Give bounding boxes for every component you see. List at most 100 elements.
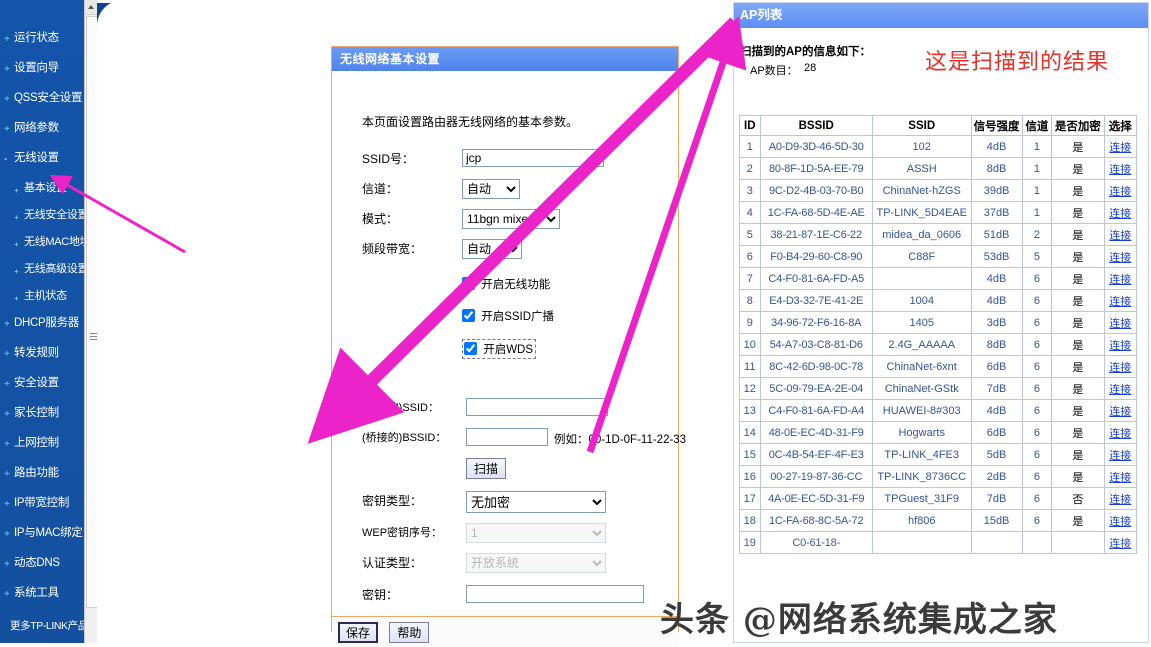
cell-bssid: 48-0E-EC-4D-31-F9 <box>759 421 873 444</box>
sidebar-item-12[interactable]: + 安全设置 <box>0 377 59 390</box>
sidebar-item-8[interactable]: + 无线高级设置 <box>0 263 86 276</box>
ap-count-label: AP数目： <box>750 65 798 77</box>
cell-signal: 15dB <box>970 509 1023 532</box>
cell-select: 连接 <box>1103 135 1138 158</box>
sidebar-item-19[interactable]: + 系统工具 <box>0 587 59 600</box>
key-type-select[interactable]: 无加密 <box>466 491 606 513</box>
sidebar-item-15[interactable]: + 路由功能 <box>0 467 59 480</box>
checkbox-wireless-enable[interactable]: 开启无线功能 <box>462 276 550 292</box>
connect-link[interactable]: 连接 <box>1109 186 1131 198</box>
key-input[interactable] <box>466 585 644 603</box>
checkbox-wds-enable-box[interactable] <box>464 342 477 355</box>
scan-button-wrap: 扫描 <box>466 458 507 479</box>
cell-id: 18 <box>739 509 761 532</box>
connect-link[interactable]: 连接 <box>1109 296 1131 308</box>
connect-link[interactable]: 连接 <box>1109 384 1131 396</box>
sidebar-item-16[interactable]: + IP带宽控制 <box>0 497 69 510</box>
cell-encrypted: 是 <box>1051 421 1105 444</box>
sidebar-item-label: 动态DNS <box>14 557 60 569</box>
cell-signal: 53dB <box>970 245 1023 268</box>
cell-bssid: 00-27-19-87-36-CC <box>759 465 873 488</box>
sidebar-item-2[interactable]: + QSS安全设置 <box>0 92 82 105</box>
cell-select: 连接 <box>1103 487 1138 510</box>
checkbox-wds-enable[interactable]: 开启WDS <box>462 339 537 359</box>
scan-button[interactable]: 扫描 <box>466 458 507 479</box>
connect-link[interactable]: 连接 <box>1109 208 1131 220</box>
help-button[interactable]: 帮助 <box>389 622 430 643</box>
connect-link[interactable]: 连接 <box>1109 362 1131 374</box>
sidebar: + 运行状态 + 设置向导 + QSS安全设置 + 网络参数 - 无线设置 + 基本设置 + 无线安全设置… <box>0 0 86 643</box>
cell-encrypted: 是 <box>1051 355 1105 378</box>
sidebar-item-3[interactable]: + 网络参数 <box>0 122 59 135</box>
cell-encrypted: 是 <box>1051 267 1105 290</box>
sidebar-item-9[interactable]: + 主机状态 <box>0 290 67 303</box>
connect-link[interactable]: 连接 <box>1109 274 1131 286</box>
connect-link[interactable]: 连接 <box>1109 450 1131 462</box>
bridge-bssid-input[interactable] <box>466 428 548 446</box>
sidebar-item-17[interactable]: + IP与MAC绑定 <box>0 527 83 540</box>
channel-select[interactable]: 自动 <box>462 179 520 199</box>
cell-ssid: TP-LINK_8736CC <box>871 465 972 488</box>
cell-bssid: 1C-FA-68-8C-5A-72 <box>759 509 873 532</box>
cell-channel: 1 <box>1021 135 1053 158</box>
cell-bssid: 0C-4B-54-EF-4F-E3 <box>759 443 873 466</box>
connect-link[interactable]: 连接 <box>1109 516 1131 528</box>
ssid-input[interactable] <box>462 149 604 167</box>
cell-ssid: midea_da_0606 <box>871 223 972 246</box>
connect-link[interactable]: 连接 <box>1109 164 1131 176</box>
cell-bssid: 4A-0E-EC-5D-31-F9 <box>759 487 873 510</box>
sidebar-item-label: 上网控制 <box>14 437 59 449</box>
connect-link[interactable]: 连接 <box>1109 406 1131 418</box>
checkbox-wds-enable-label: 开启WDS <box>483 344 534 356</box>
bssid-example-hint: 例如：00-1D-0F-11-22-33 <box>554 434 687 446</box>
sidebar-item-13[interactable]: + 家长控制 <box>0 407 59 420</box>
sidebar-item-5[interactable]: + 基本设置 <box>0 182 67 195</box>
cell-signal: 8dB <box>970 333 1023 356</box>
checkbox-ssid-broadcast-box[interactable] <box>462 309 475 322</box>
sidebar-item-0[interactable]: + 运行状态 <box>0 32 59 45</box>
sidebar-item-label: DHCP服务器 <box>14 317 79 329</box>
cell-signal: 2dB <box>970 465 1023 488</box>
connect-link[interactable]: 连接 <box>1109 318 1131 330</box>
connect-link[interactable]: 连接 <box>1109 230 1131 242</box>
connect-link[interactable]: 连接 <box>1109 142 1131 154</box>
sidebar-item-11[interactable]: + 转发规则 <box>0 347 59 360</box>
bridge-ssid-input[interactable] <box>466 398 608 416</box>
mode-select[interactable]: 11bgn mixed <box>462 209 560 229</box>
connect-link[interactable]: 连接 <box>1109 538 1131 550</box>
save-button[interactable]: 保存 <box>338 622 379 643</box>
table-row: 5 38-21-87-1E-C6-22 midea_da_0606 51dB 2 是连接 <box>739 223 1138 246</box>
connect-link[interactable]: 连接 <box>1109 494 1131 506</box>
connect-link[interactable]: 连接 <box>1109 428 1131 440</box>
cell-bssid: C4-F0-81-6A-FD-A5 <box>759 267 873 290</box>
expand-icon: + <box>4 94 10 105</box>
connect-link[interactable]: 连接 <box>1109 252 1131 264</box>
connect-link[interactable]: 连接 <box>1109 340 1131 352</box>
sidebar-item-6[interactable]: + 无线安全设置 <box>0 209 86 222</box>
cell-channel: 5 <box>1021 245 1053 268</box>
connect-link[interactable]: 连接 <box>1109 472 1131 484</box>
table-row: 19 C0-61-18- 连接 <box>739 531 1138 554</box>
cell-channel: 6 <box>1021 355 1053 378</box>
sidebar-item-10[interactable]: + DHCP服务器 <box>0 317 79 330</box>
bandwidth-select[interactable]: 自动 <box>462 239 522 259</box>
auth-type-label: 认证类型： <box>362 556 423 570</box>
sidebar-item-4[interactable]: - 无线设置 <box>0 152 59 165</box>
cell-ssid: TPGuest_31F9 <box>871 487 972 510</box>
sidebar-item-label: 家长控制 <box>14 407 59 419</box>
cell-select: 连接 <box>1103 267 1138 290</box>
auth-type-select[interactable]: 开放系统 <box>466 553 606 573</box>
cell-bssid: F0-B4-29-60-C8-90 <box>759 245 873 268</box>
sidebar-item-1[interactable]: + 设置向导 <box>0 62 59 75</box>
wep-index-select[interactable]: 1 <box>466 523 606 543</box>
table-row: 18 1C-FA-68-8C-5A-72 hf806 15dB 6 是连接 <box>739 509 1138 532</box>
sidebar-item-14[interactable]: + 上网控制 <box>0 437 59 450</box>
sidebar-item-18[interactable]: + 动态DNS <box>0 557 60 570</box>
expand-icon: + <box>4 409 10 420</box>
cell-bssid: 5C-09-79-EA-2E-04 <box>759 377 873 400</box>
checkbox-wireless-enable-box[interactable] <box>462 277 475 290</box>
sidebar-item-7[interactable]: + 无线MAC地址过滤 <box>0 236 86 249</box>
cell-signal: 6dB <box>970 421 1023 444</box>
cell-channel: 6 <box>1021 487 1053 510</box>
checkbox-ssid-broadcast[interactable]: 开启SSID广播 <box>462 308 554 324</box>
